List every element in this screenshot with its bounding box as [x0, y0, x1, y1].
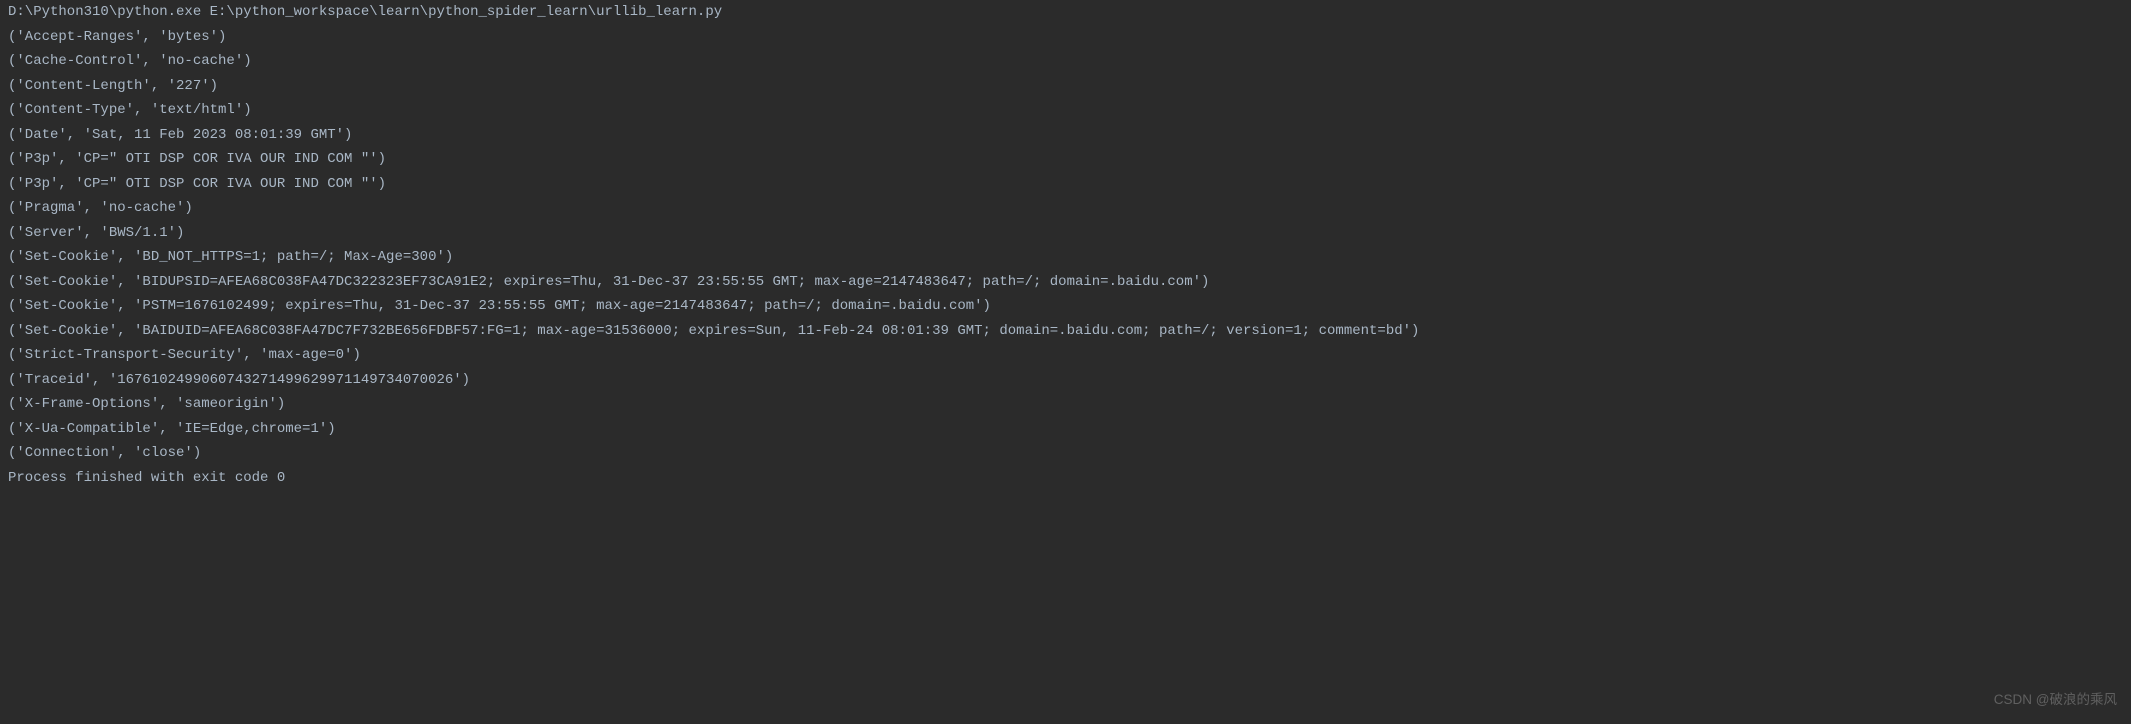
command-line: D:\Python310\python.exe E:\python_worksp… [8, 0, 2123, 25]
output-line: ('X-Frame-Options', 'sameorigin') [8, 392, 2123, 417]
output-line: ('Set-Cookie', 'PSTM=1676102499; expires… [8, 294, 2123, 319]
output-line: ('Set-Cookie', 'BD_NOT_HTTPS=1; path=/; … [8, 245, 2123, 270]
output-line: ('X-Ua-Compatible', 'IE=Edge,chrome=1') [8, 417, 2123, 442]
output-line: ('Content-Length', '227') [8, 74, 2123, 99]
output-line: ('Pragma', 'no-cache') [8, 196, 2123, 221]
output-line: ('P3p', 'CP=" OTI DSP COR IVA OUR IND CO… [8, 147, 2123, 172]
watermark-text: CSDN @破浪的乘风 [1994, 688, 2117, 712]
output-line: ('Set-Cookie', 'BIDUPSID=AFEA68C038FA47D… [8, 270, 2123, 295]
output-line: ('Connection', 'close') [8, 441, 2123, 466]
console-output: D:\Python310\python.exe E:\python_worksp… [0, 0, 2131, 490]
output-line: ('Traceid', '167610249906074327149962997… [8, 368, 2123, 393]
output-line: ('Accept-Ranges', 'bytes') [8, 25, 2123, 50]
output-line: ('Strict-Transport-Security', 'max-age=0… [8, 343, 2123, 368]
output-line: ('Server', 'BWS/1.1') [8, 221, 2123, 246]
output-line: ('P3p', 'CP=" OTI DSP COR IVA OUR IND CO… [8, 172, 2123, 197]
output-line: ('Set-Cookie', 'BAIDUID=AFEA68C038FA47DC… [8, 319, 2123, 344]
exit-message: Process finished with exit code 0 [8, 466, 2123, 491]
output-line: ('Content-Type', 'text/html') [8, 98, 2123, 123]
output-line: ('Date', 'Sat, 11 Feb 2023 08:01:39 GMT'… [8, 123, 2123, 148]
output-line: ('Cache-Control', 'no-cache') [8, 49, 2123, 74]
